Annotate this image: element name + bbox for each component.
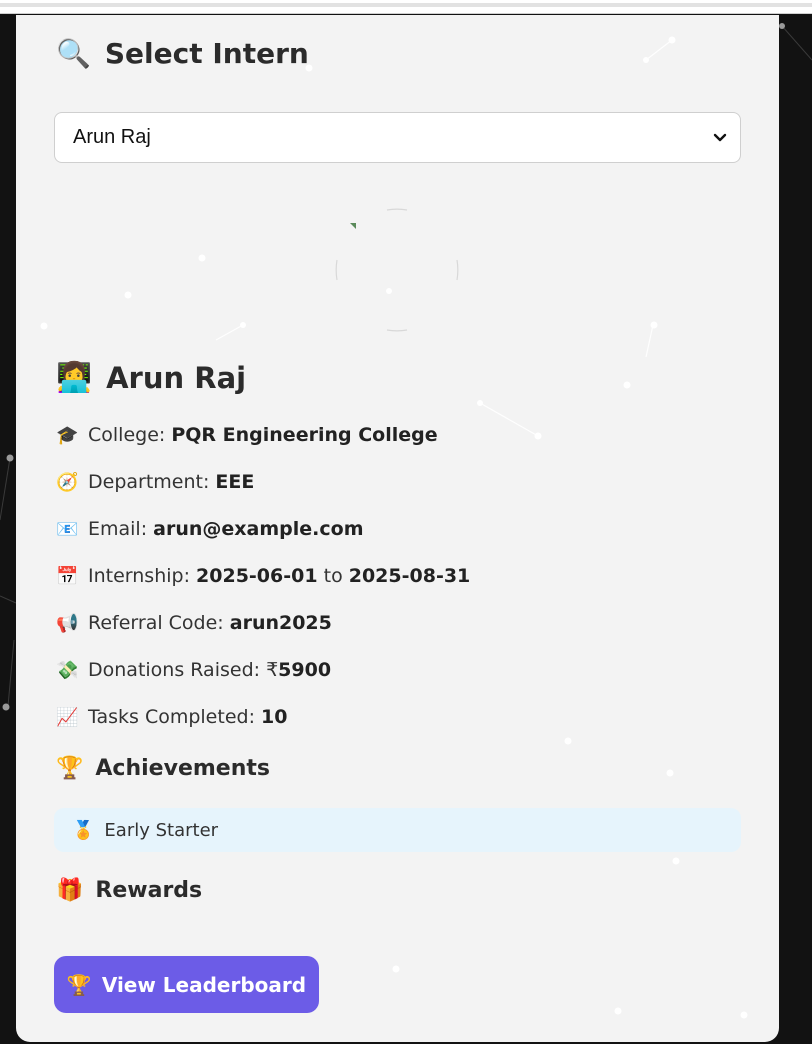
department-field: 🧭 Department: EEE	[56, 471, 254, 493]
intern-select[interactable]: Arun Raj	[54, 112, 741, 163]
money-icon: 💸	[56, 659, 79, 681]
college-value: PQR Engineering College	[171, 424, 438, 446]
graduation-cap-icon: 🎓	[56, 424, 79, 446]
donations-field: 💸 Donations Raised: ₹5900	[56, 659, 331, 681]
department-value: EEE	[215, 471, 255, 493]
college-field: 🎓 College: PQR Engineering College	[56, 424, 438, 446]
person-at-laptop-icon: 👩‍💻	[56, 360, 93, 394]
rewards-title: Rewards	[95, 878, 203, 903]
achievements-heading: 🏆 Achievements	[56, 756, 270, 781]
donations-label: Donations Raised: ₹	[88, 659, 279, 681]
rewards-heading: 🎁 Rewards	[56, 878, 202, 903]
select-intern-title: Select Intern	[104, 37, 309, 70]
compass-icon: 🧭	[56, 471, 79, 493]
loading-spinner	[335, 208, 459, 332]
tasks-field: 📈 Tasks Completed: 10	[56, 706, 287, 728]
email-field: 📧 Email: arun@example.com	[56, 518, 364, 540]
internship-end: 2025-08-31	[348, 565, 471, 587]
megaphone-icon: 📢	[56, 612, 79, 634]
select-intern-heading: 🔍 Select Intern	[56, 37, 309, 70]
referral-field: 📢 Referral Code: arun2025	[56, 612, 332, 634]
achievement-badge: 🏅 Early Starter	[54, 808, 741, 852]
internship-label: Internship:	[88, 565, 197, 587]
intern-name: Arun Raj	[106, 360, 247, 395]
intern-dashboard-card: 🔍 Select Intern Arun Raj 👩‍💻 Arun Raj 🎓 …	[16, 15, 779, 1042]
view-leaderboard-button[interactable]: 🏆 View Leaderboard	[54, 956, 319, 1013]
college-label: College:	[88, 424, 172, 446]
medal-icon: 🏅	[72, 819, 95, 841]
internship-to: to	[317, 565, 349, 587]
tasks-label: Tasks Completed:	[88, 706, 262, 728]
chart-icon: 📈	[56, 706, 79, 728]
view-leaderboard-label: View Leaderboard	[101, 972, 307, 997]
referral-label: Referral Code:	[88, 612, 230, 634]
email-label: Email:	[88, 518, 154, 540]
donations-value: 5900	[278, 659, 332, 681]
internship-field: 📅 Internship: 2025-06-01 to 2025-08-31	[56, 565, 470, 587]
intern-select-value: Arun Raj	[73, 126, 151, 148]
referral-value: arun2025	[229, 612, 332, 634]
chevron-down-icon	[713, 133, 727, 142]
internship-start: 2025-06-01	[196, 565, 318, 587]
gift-icon: 🎁	[56, 878, 84, 903]
achievements-title: Achievements	[95, 756, 270, 781]
department-label: Department:	[88, 471, 216, 493]
email-value: arun@example.com	[153, 518, 364, 540]
intern-name-heading: 👩‍💻 Arun Raj	[56, 360, 246, 395]
calendar-icon: 📅	[56, 565, 79, 587]
magnifier-icon: 🔍	[56, 37, 91, 70]
trophy-icon: 🏆	[66, 972, 92, 997]
achievement-label: Early Starter	[104, 819, 219, 841]
email-icon: 📧	[56, 518, 79, 540]
tasks-value: 10	[261, 706, 288, 728]
trophy-icon: 🏆	[56, 756, 84, 781]
